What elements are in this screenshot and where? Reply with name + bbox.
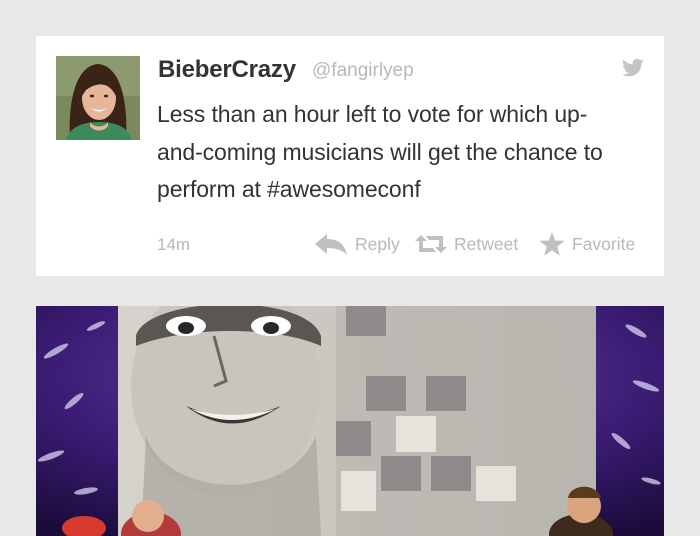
tweet-text: Less than an hour left to vote for which… [157,101,603,202]
attached-photo[interactable] [36,306,664,536]
reply-button[interactable]: Reply [314,232,400,256]
twitter-bird-icon [622,58,644,77]
display-name[interactable]: BieberCrazy [158,56,296,84]
retweet-icon [415,235,447,253]
stage-photo-image [36,306,664,536]
favorite-button[interactable]: Favorite [539,232,635,256]
reply-label: Reply [355,233,400,254]
retweet-label: Retweet [454,233,519,254]
retweet-button[interactable]: Retweet [415,232,518,256]
star-icon [539,232,565,256]
avatar-photo [56,56,140,140]
reply-arrow-icon [315,234,347,255]
favorite-label: Favorite [572,233,636,254]
avatar[interactable] [56,56,140,140]
timestamp[interactable]: 14m [157,235,190,255]
tweet-card: BieberCrazy @fangirlyep Less than an hou… [36,36,664,276]
user-handle[interactable]: @fangirlyep [312,60,414,82]
